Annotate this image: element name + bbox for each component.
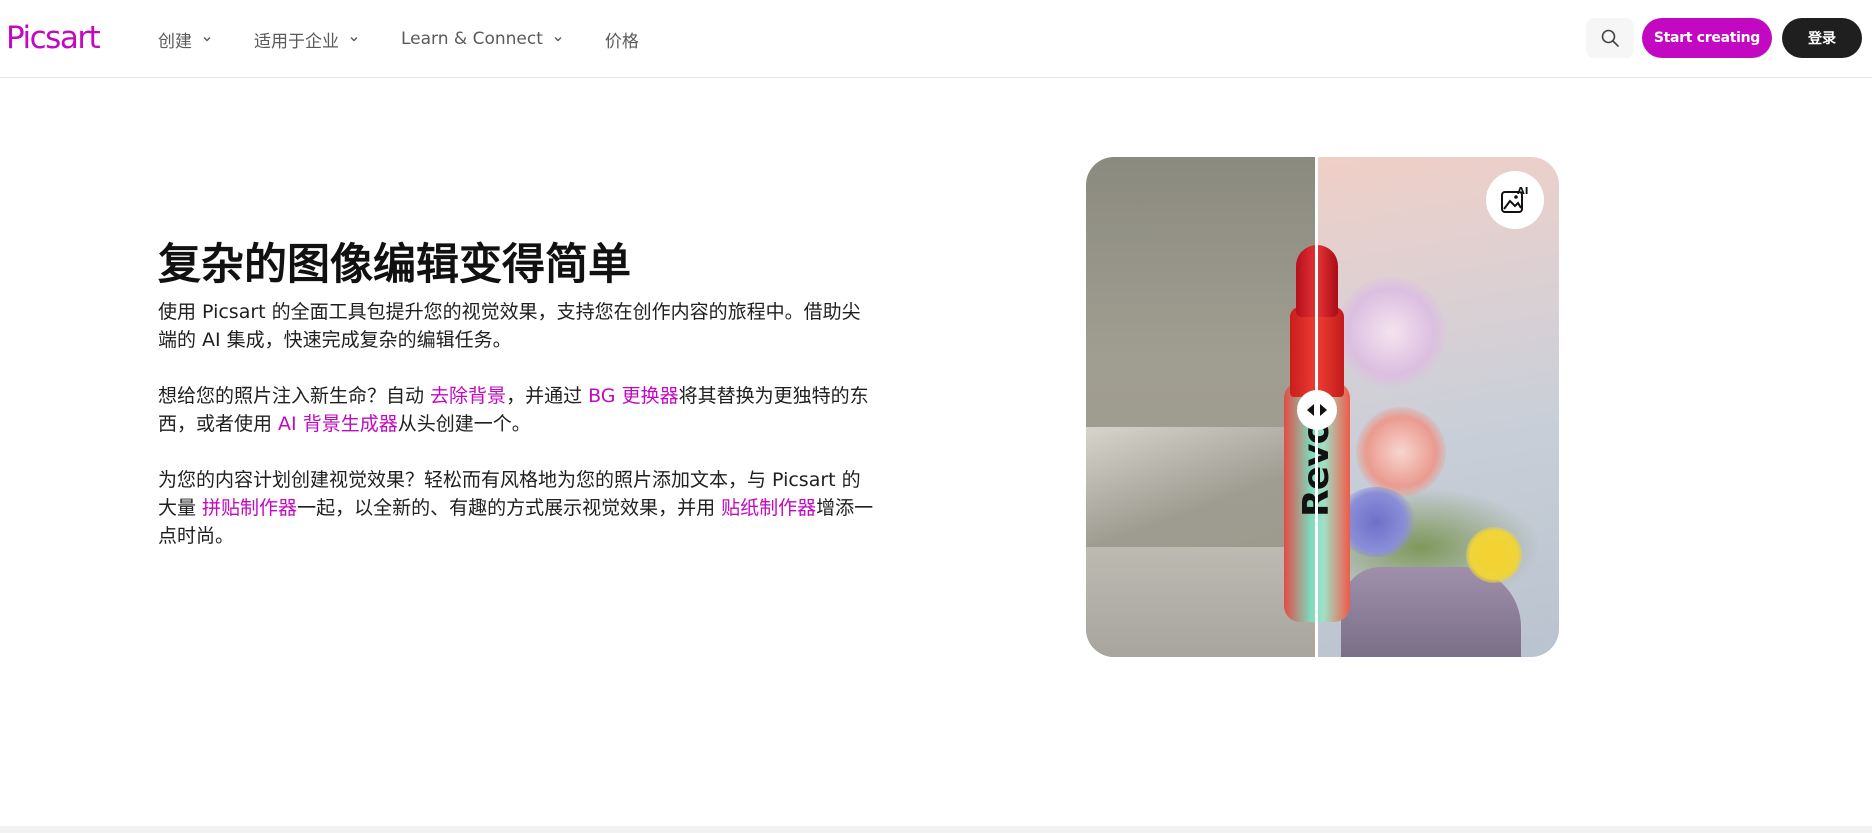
login-button[interactable]: 登录: [1782, 18, 1862, 58]
nav-business-label: 适用于企业: [254, 31, 339, 52]
before-floor: [1086, 547, 1316, 657]
svg-text:AI: AI: [1517, 186, 1528, 197]
content-paragraph: 为您的内容计划创建视觉效果？轻松而有风格地为您的照片添加文本，与 Picsart…: [158, 466, 878, 550]
text-segment: 从头创建一个。: [397, 413, 531, 435]
top-header: Picsart 创建 适用于企业 Learn & Connect 价格 Star…: [0, 0, 1872, 78]
collage-maker-link[interactable]: 拼贴制作器: [202, 497, 297, 519]
before-after-image-card: Revo AI: [1086, 157, 1559, 657]
nav-pricing-label: 价格: [604, 31, 639, 52]
search-icon: [1601, 29, 1619, 47]
sticker-maker-link[interactable]: 贴纸制作器: [721, 497, 816, 519]
flower-yellow: [1466, 527, 1522, 583]
chevron-down-icon: [350, 37, 358, 42]
page-title: 复杂的图像编辑变得简单: [158, 240, 631, 290]
page-bottom-strip: [0, 826, 1872, 833]
text-segment: 想给您的照片注入新生命？自动: [158, 385, 431, 407]
chevron-down-icon: [554, 37, 562, 42]
flower-lilac: [1336, 277, 1446, 387]
light-shadow: [1086, 427, 1316, 547]
remove-bg-link[interactable]: 去除背景: [430, 385, 506, 407]
nav-create[interactable]: 创建: [158, 27, 212, 52]
ai-image-icon: AI: [1501, 186, 1528, 213]
picsart-logo[interactable]: Picsart: [6, 20, 101, 56]
search-button[interactable]: [1585, 18, 1634, 58]
header-actions: Start creating 登录: [1585, 18, 1862, 58]
ai-badge: AI: [1486, 171, 1544, 229]
intro-paragraph: 使用 Picsart 的全面工具包提升您的视觉效果，支持您在创作内容的旅程中。借…: [158, 298, 878, 354]
start-creating-button[interactable]: Start creating: [1641, 18, 1772, 58]
nav-pricing[interactable]: 价格: [605, 27, 639, 52]
chevron-down-icon: [203, 37, 211, 42]
intro-text: 使用 Picsart 的全面工具包提升您的视觉效果，支持您在创作内容的旅程中。借…: [158, 301, 861, 351]
text-segment: 一起，以全新的、有趣的方式展示视觉效果，并用: [297, 497, 722, 519]
nav-learn-label: Learn & Connect: [401, 29, 543, 49]
compare-arrows-icon: [1307, 404, 1327, 416]
main-nav: 创建 适用于企业 Learn & Connect 价格: [158, 26, 681, 52]
text-segment: ，并通过: [506, 385, 589, 407]
nav-create-label: 创建: [158, 31, 192, 52]
ai-bg-generator-link[interactable]: AI 背景生成器: [278, 413, 398, 435]
flower-pink: [1356, 407, 1446, 497]
bg-changer-link[interactable]: BG 更换器: [588, 385, 678, 407]
background-paragraph: 想给您的照片注入新生命？自动 去除背景，并通过 BG 更换器将其替换为更独特的东…: [158, 382, 878, 438]
nav-learn-connect[interactable]: Learn & Connect: [401, 29, 563, 49]
compare-slider-handle[interactable]: [1297, 390, 1337, 430]
nav-business[interactable]: 适用于企业: [254, 27, 359, 52]
